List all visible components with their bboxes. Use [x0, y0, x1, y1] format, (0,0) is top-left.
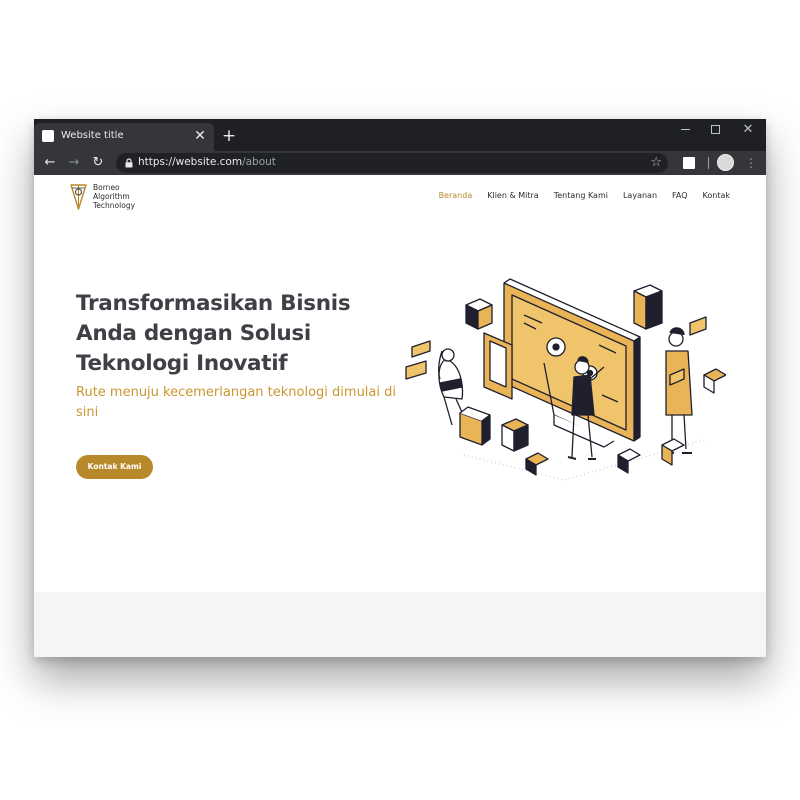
- tab-title: Website title: [61, 130, 124, 141]
- hero-subtitle: Rute menuju kecemerlangan teknologi dimu…: [76, 385, 396, 420]
- logo-text: Borneo Algorithm Technology: [93, 183, 135, 210]
- minimize-button[interactable]: [670, 119, 702, 141]
- nav-item-klien-mitra[interactable]: Klien & Mitra: [487, 191, 538, 200]
- lock-icon: [125, 158, 133, 168]
- url-text: https://website.com/about: [138, 156, 276, 168]
- menu-icon[interactable]: ⋮: [745, 153, 757, 173]
- nav-item-beranda[interactable]: Beranda: [439, 191, 473, 200]
- browser-window: Website title ✕ + ✕ ← → ↻ https://websit…: [34, 119, 766, 657]
- favicon-icon: [42, 130, 54, 142]
- logo-mark-icon: [70, 184, 87, 210]
- maximize-button[interactable]: [700, 119, 732, 141]
- nav-item-kontak[interactable]: Kontak: [703, 191, 730, 200]
- forward-button[interactable]: →: [64, 153, 84, 173]
- back-button[interactable]: ←: [40, 153, 60, 173]
- tab-bar: Website title ✕ + ✕: [34, 119, 766, 151]
- star-icon[interactable]: ☆: [650, 154, 662, 172]
- profile-icon[interactable]: [717, 154, 734, 171]
- extension-icon[interactable]: [683, 157, 695, 169]
- main-nav: Beranda Klien & Mitra Tentang Kami Layan…: [424, 191, 730, 200]
- url-path: /about: [242, 156, 276, 168]
- hero-title: Transformasikan Bisnis Anda dengan Solus…: [76, 291, 351, 376]
- toolbar-divider: [708, 157, 709, 169]
- url-host: https://website.com: [138, 156, 243, 168]
- reload-button[interactable]: ↻: [88, 153, 108, 173]
- address-bar[interactable]: https://website.com/about ☆: [116, 153, 668, 173]
- tab-close-icon[interactable]: ✕: [192, 127, 208, 145]
- nav-item-tentang-kami[interactable]: Tentang Kami: [554, 191, 608, 200]
- browser-tab[interactable]: Website title ✕: [34, 123, 214, 151]
- logo-line: Borneo: [93, 183, 120, 192]
- nav-item-faq[interactable]: FAQ: [672, 191, 688, 200]
- footer-band: [34, 592, 766, 657]
- logo-line: Algorithm: [93, 192, 130, 201]
- site-logo[interactable]: Borneo Algorithm Technology: [70, 183, 150, 213]
- nav-item-layanan[interactable]: Layanan: [623, 191, 657, 200]
- new-tab-button[interactable]: +: [219, 125, 239, 147]
- contact-button[interactable]: Kontak Kami: [76, 455, 153, 479]
- browser-toolbar: ← → ↻ https://website.com/about ☆ ⋮: [34, 151, 766, 175]
- web-page: Borneo Algorithm Technology Beranda Klie…: [34, 175, 766, 657]
- logo-line: Technology: [93, 201, 136, 210]
- window-close-button[interactable]: ✕: [732, 119, 764, 141]
- hero-illustration: [405, 278, 726, 481]
